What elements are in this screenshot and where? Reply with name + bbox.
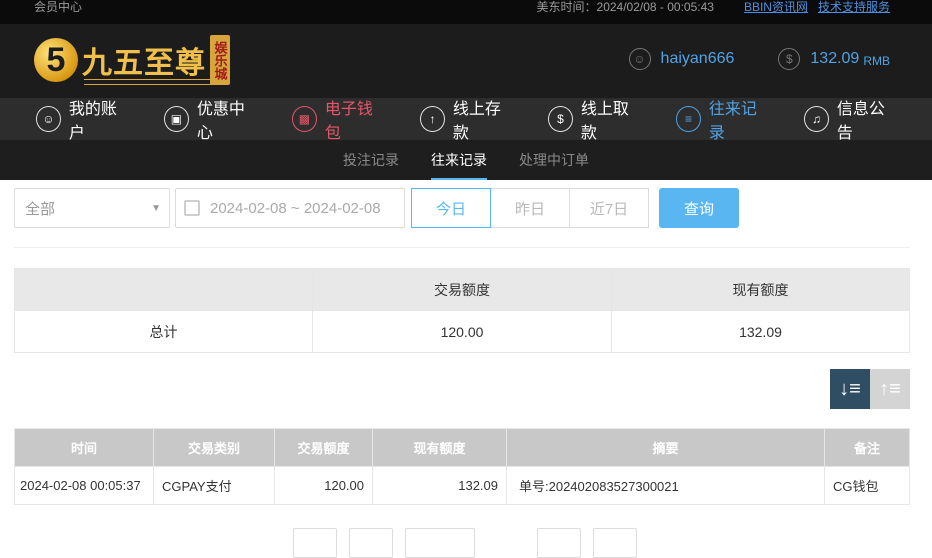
nav-item-deposit[interactable]: ↑ 线上存款 xyxy=(420,95,514,143)
balance-amount: 132.09 xyxy=(810,50,860,67)
user-avatar-icon: ☺ xyxy=(628,48,651,70)
sort-descending-icon[interactable]: ↓≡ xyxy=(830,369,870,409)
summary-current-balance: 132.09 xyxy=(611,310,910,353)
records-header: 交易额度 xyxy=(274,428,373,467)
tab-bet-records[interactable]: 投注记录 xyxy=(343,140,399,180)
logo-ornament xyxy=(84,79,212,85)
records-header: 交易类别 xyxy=(153,428,275,467)
records-icon: ≡ xyxy=(676,106,701,132)
wallet-icon: ▩ xyxy=(292,106,317,132)
quick-yesterday-button[interactable]: 昨日 xyxy=(490,188,570,228)
records-header: 备注 xyxy=(824,428,910,467)
type-select[interactable]: 全部 ▼ xyxy=(14,188,170,228)
quick-today-button[interactable]: 今日 xyxy=(411,188,491,228)
pagination xyxy=(293,528,637,558)
last-page-button[interactable] xyxy=(593,528,637,558)
prev-page-button[interactable] xyxy=(349,528,393,558)
sort-ascending-icon[interactable]: ↑≡ xyxy=(870,369,910,409)
nav-item-announcements[interactable]: ♫ 信息公告 xyxy=(804,95,898,143)
nav-label: 我的账户 xyxy=(68,101,117,142)
gift-icon: ▣ xyxy=(164,106,189,132)
user-icon: ☺ xyxy=(36,106,61,132)
summary-header: 现有额度 xyxy=(611,268,910,311)
records-header: 现有额度 xyxy=(372,428,507,467)
quick-7days-button[interactable]: 近7日 xyxy=(569,188,649,228)
nav-item-my-account[interactable]: ☺ 我的账户 xyxy=(36,95,130,143)
records-header-row: 时间 交易类别 交易额度 现有额度 摘要 备注 xyxy=(14,428,910,467)
top-bar-right: 美东时间：2024/02/08 - 00:05:43 BBIN资讯网 技术支持服… xyxy=(537,0,890,15)
brand-name: 九五至尊 xyxy=(82,47,206,80)
nav-label: 信息公告 xyxy=(836,101,885,142)
summary-transaction-amount: 120.00 xyxy=(312,310,612,353)
divider xyxy=(14,247,910,248)
currency-label: RMB xyxy=(863,53,890,68)
record-amount: 120.00 xyxy=(274,466,373,505)
summary-row: 总计 120.00 132.09 xyxy=(14,310,910,353)
dollar-icon: $ xyxy=(778,48,801,70)
summary-label: 总计 xyxy=(14,310,313,353)
summary-header: 交易额度 xyxy=(312,268,612,311)
record-note: CG钱包 xyxy=(824,466,910,505)
logo-number: 5 xyxy=(34,38,78,82)
tab-pending-orders[interactable]: 处理中订单 xyxy=(519,140,589,180)
bell-icon: ♫ xyxy=(804,106,829,132)
nav-item-withdraw[interactable]: $ 线上取款 xyxy=(548,95,642,143)
nav-label: 往来记录 xyxy=(708,101,757,142)
chevron-down-icon: ▼ xyxy=(151,202,161,214)
header: 5 九五至尊 娱乐城 ☺ haiyan666 $ 132.09 RMB xyxy=(0,24,932,98)
username[interactable]: haiyan666 xyxy=(661,50,735,68)
records-header: 摘要 xyxy=(506,428,825,467)
nav-label: 线上存款 xyxy=(452,101,501,142)
tab-transactions[interactable]: 往来记录 xyxy=(431,140,487,180)
record-summary: 单号:202402083527300021 xyxy=(506,466,825,505)
calendar-icon xyxy=(184,200,200,216)
deposit-icon: ↑ xyxy=(420,106,445,132)
nav-item-e-wallet[interactable]: ▩ 电子钱包 xyxy=(292,95,386,143)
page-number-input[interactable] xyxy=(405,528,475,558)
site-logo[interactable]: 5 九五至尊 娱乐城 xyxy=(34,35,230,85)
nav-label: 电子钱包 xyxy=(324,101,373,142)
quick-date-group: 今日 昨日 近7日 xyxy=(411,188,649,228)
withdraw-icon: $ xyxy=(548,106,573,132)
records-header: 时间 xyxy=(14,428,154,467)
nav-label: 线上取款 xyxy=(580,101,629,142)
bbin-news-link[interactable]: BBIN资讯网 xyxy=(744,0,808,15)
records-table: 时间 交易类别 交易额度 现有额度 摘要 备注 2024-02-08 00:05… xyxy=(14,428,910,505)
sub-nav: 投注记录 往来记录 处理中订单 xyxy=(0,140,932,180)
member-center-label: 会员中心 xyxy=(34,0,83,14)
record-type: CGPAY支付 xyxy=(153,466,275,505)
nav-label: 优惠中心 xyxy=(196,101,245,142)
record-balance: 132.09 xyxy=(372,466,507,505)
summary-table: 交易额度 现有额度 总计 120.00 132.09 xyxy=(14,268,910,353)
nav-item-promotions[interactable]: ▣ 优惠中心 xyxy=(164,95,258,143)
summary-header-row: 交易额度 现有额度 xyxy=(14,268,910,311)
query-button[interactable]: 查询 xyxy=(659,188,739,228)
nav-item-records[interactable]: ≡ 往来记录 xyxy=(676,95,770,143)
date-range-input[interactable]: 2024-02-08 ~ 2024-02-08 xyxy=(175,188,405,228)
filter-bar: 全部 ▼ 2024-02-08 ~ 2024-02-08 今日 昨日 近7日 查… xyxy=(14,188,739,228)
brand-seal: 娱乐城 xyxy=(210,35,230,85)
tech-support-link[interactable]: 技术支持服务 xyxy=(818,0,890,15)
top-bar: 会员中心 美东时间：2024/02/08 - 00:05:43 BBIN资讯网 … xyxy=(0,0,932,24)
type-select-value: 全部 xyxy=(25,200,56,218)
user-panel: ☺ haiyan666 $ 132.09 RMB xyxy=(628,48,890,70)
table-row: 2024-02-08 00:05:37 CGPAY支付 120.00 132.0… xyxy=(14,466,910,505)
record-time: 2024-02-08 00:05:37 xyxy=(14,466,154,505)
main-nav: ☺ 我的账户 ▣ 优惠中心 ▩ 电子钱包 ↑ 线上存款 $ 线上取款 ≡ 往来记… xyxy=(0,95,932,143)
next-page-button[interactable] xyxy=(537,528,581,558)
date-range-value: 2024-02-08 ~ 2024-02-08 xyxy=(210,199,381,217)
server-time: 美东时间：2024/02/08 - 00:05:43 xyxy=(536,0,714,14)
first-page-button[interactable] xyxy=(293,528,337,558)
sort-buttons: ↓≡ ↑≡ xyxy=(830,369,910,409)
summary-header xyxy=(14,268,313,311)
